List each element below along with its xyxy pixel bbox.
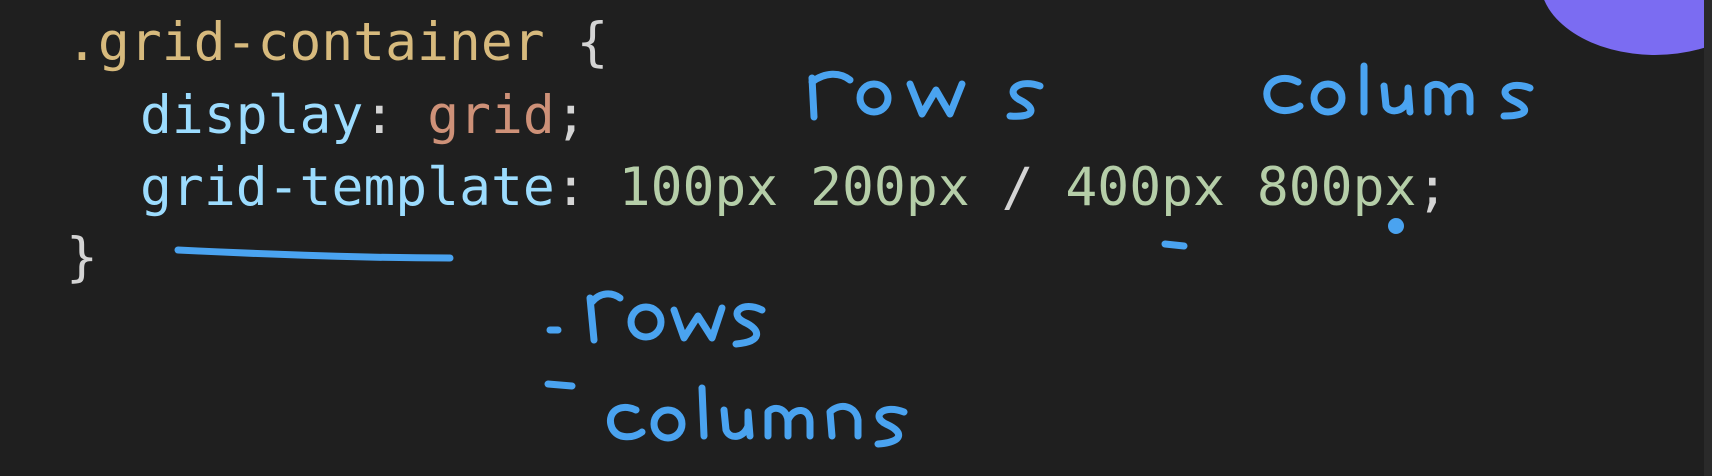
columns-value: 400px 800px [1065,157,1417,218]
code-line-3: grid-template: 100px 200px / 400px 800px… [140,156,1448,220]
code-line-4: } [66,226,98,290]
close-brace: } [66,227,98,288]
slash-separator: / [969,157,1066,218]
handwritten-list-rows [586,290,766,348]
dash-columns [544,380,576,390]
colon: : [554,157,619,218]
semicolon: ; [1416,157,1449,218]
colon: : [363,85,428,146]
semicolon: ; [554,85,587,146]
code-line-2: display: grid; [140,84,587,148]
handwritten-rows-label [808,70,1044,121]
open-brace: { [544,12,609,73]
editor-scrollbar[interactable] [1704,0,1712,476]
dot-under-px [1388,218,1404,234]
accent-blob-decoration [1540,0,1712,55]
handwritten-columns-label [1263,62,1534,120]
underline-stroke [174,246,454,262]
css-selector: .grid-container [66,12,545,73]
handwritten-list-columns [607,384,908,448]
code-editor-view: .grid-container { display: grid; grid-te… [0,0,1712,476]
css-property-display: display [140,85,364,146]
css-value-grid: grid [427,85,555,146]
css-property-grid-template: grid-template [140,157,555,218]
code-line-1: .grid-container { [66,11,608,75]
tick-under-slash [1161,240,1188,250]
rows-value: 100px 200px [618,157,970,218]
